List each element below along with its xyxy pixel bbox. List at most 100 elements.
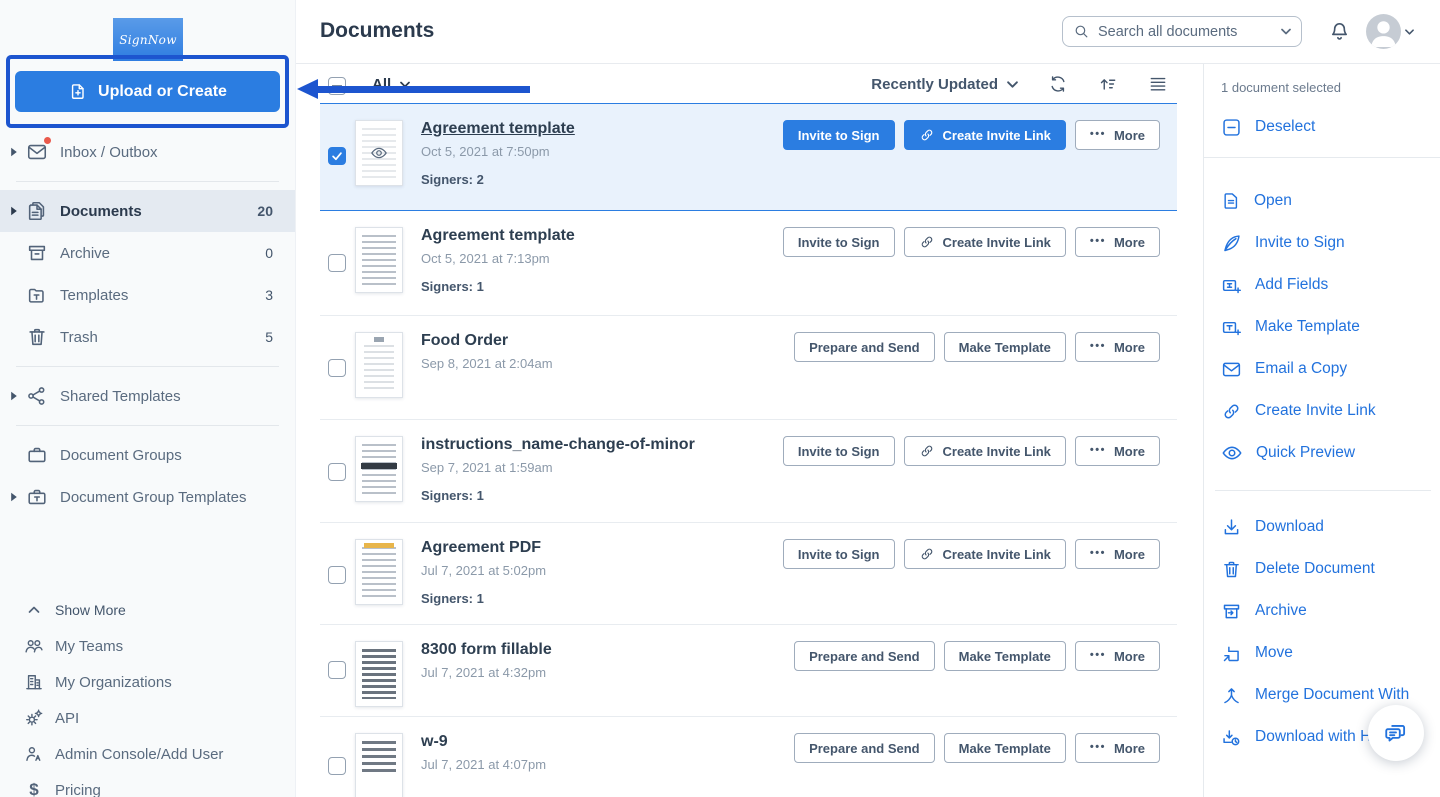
quick-preview-action[interactable]: Quick Preview <box>1221 432 1431 474</box>
create-invite-link-action[interactable]: Create Invite Link <box>1221 390 1431 432</box>
download-action[interactable]: Download <box>1221 506 1431 548</box>
delete-document-action[interactable]: Delete Document <box>1221 548 1431 590</box>
document-thumbnail[interactable] <box>355 436 403 502</box>
button-label: Create Invite Link <box>942 546 1051 562</box>
row-checkbox[interactable] <box>328 463 346 481</box>
sidebar-item-label: My Organizations <box>55 673 172 691</box>
prepare-and-send-button[interactable]: Prepare and Send <box>794 641 935 671</box>
caret-right-icon[interactable] <box>10 391 26 401</box>
avatar[interactable] <box>1366 14 1401 49</box>
more-button[interactable]: ••• More <box>1074 539 1160 569</box>
make-template-action[interactable]: Make Template <box>1221 306 1431 348</box>
document-title[interactable]: Agreement PDF <box>421 539 546 557</box>
make-template-button[interactable]: Make Template <box>943 733 1066 763</box>
invite-to-sign-action[interactable]: Invite to Sign <box>1221 222 1431 264</box>
sidebar-item-label: Document Groups <box>60 446 182 464</box>
sidebar-item-archive[interactable]: Archive 0 <box>0 232 295 274</box>
preview-eye-icon[interactable] <box>367 144 391 162</box>
archive-action[interactable]: Archive <box>1221 590 1431 632</box>
create-invite-link-button[interactable]: Create Invite Link <box>903 539 1066 569</box>
more-button[interactable]: ••• More <box>1074 436 1160 466</box>
invite-to-sign-button[interactable]: Invite to Sign <box>782 436 895 466</box>
document-thumbnail[interactable] <box>355 120 403 186</box>
document-signers: Signers: 1 <box>421 279 484 294</box>
document-row[interactable]: Food Order Sep 8, 2021 at 2:04am Prepare… <box>320 316 1177 420</box>
account-menu[interactable] <box>1366 14 1414 49</box>
create-invite-link-button[interactable]: Create Invite Link <box>903 120 1066 150</box>
document-title[interactable]: Agreement template <box>421 227 575 245</box>
row-checkbox[interactable] <box>328 359 346 377</box>
add-fields-action[interactable]: Add Fields <box>1221 264 1431 306</box>
email-a-copy-action[interactable]: Email a Copy <box>1221 348 1431 390</box>
document-row[interactable]: Agreement template Oct 5, 2021 at 7:50pm… <box>320 103 1177 211</box>
invite-to-sign-button[interactable]: Invite to Sign <box>782 227 895 257</box>
sidebar-item-shared-templates[interactable]: Shared Templates <box>0 375 295 417</box>
create-invite-link-button[interactable]: Create Invite Link <box>903 227 1066 257</box>
action-label: Delete Document <box>1255 560 1375 577</box>
ellipsis-icon: ••• <box>1089 649 1106 661</box>
document-row[interactable]: Agreement PDF Jul 7, 2021 at 5:02pm Sign… <box>320 523 1177 625</box>
document-row[interactable]: 8300 form fillable Jul 7, 2021 at 4:32pm… <box>320 625 1177 717</box>
prepare-and-send-button[interactable]: Prepare and Send <box>794 733 935 763</box>
document-row[interactable]: Agreement template Oct 5, 2021 at 7:13pm… <box>320 211 1177 316</box>
view-density-icon[interactable] <box>1148 74 1168 94</box>
sidebar-item-templates[interactable]: Templates 3 <box>0 274 295 316</box>
sidebar-item-api[interactable]: API <box>0 700 295 736</box>
more-button[interactable]: ••• More <box>1074 641 1160 671</box>
caret-right-icon[interactable] <box>10 492 26 502</box>
invite-to-sign-button[interactable]: Invite to Sign <box>782 539 895 569</box>
sidebar-item-admin-console[interactable]: Admin Console/Add User <box>0 736 295 772</box>
document-title[interactable]: instructions_name-change-of-minor <box>421 436 695 454</box>
document-signers: Signers: 2 <box>421 172 484 187</box>
sidebar-item-document-groups[interactable]: Document Groups <box>0 434 295 476</box>
sidebar-item-label: My Teams <box>55 637 124 655</box>
row-checkbox[interactable] <box>328 254 346 272</box>
chat-widget-button[interactable] <box>1368 705 1424 761</box>
sidebar-item-my-teams[interactable]: My Teams <box>0 628 295 664</box>
more-button[interactable]: ••• More <box>1074 227 1160 257</box>
more-button[interactable]: ••• More <box>1074 332 1160 362</box>
prepare-and-send-button[interactable]: Prepare and Send <box>794 332 935 362</box>
document-thumbnail[interactable] <box>355 733 403 797</box>
more-button[interactable]: ••• More <box>1074 120 1160 150</box>
more-button[interactable]: ••• More <box>1074 733 1160 763</box>
sort-dropdown[interactable]: Recently Updated <box>871 76 1018 93</box>
caret-right-icon[interactable] <box>10 147 26 157</box>
document-title[interactable]: Food Order <box>421 332 553 350</box>
sort-order-icon[interactable] <box>1098 74 1118 94</box>
make-template-button[interactable]: Make Template <box>943 641 1066 671</box>
open-action[interactable]: Open <box>1221 180 1431 222</box>
document-thumbnail[interactable] <box>355 641 403 707</box>
create-invite-link-button[interactable]: Create Invite Link <box>903 436 1066 466</box>
document-thumbnail[interactable] <box>355 539 403 605</box>
document-row[interactable]: instructions_name-change-of-minor Sep 7,… <box>320 420 1177 523</box>
document-thumbnail[interactable] <box>355 332 403 398</box>
invite-to-sign-button[interactable]: Invite to Sign <box>782 120 895 150</box>
add-fields-icon <box>1222 279 1241 293</box>
row-checkbox[interactable] <box>328 661 346 679</box>
document-title[interactable]: Agreement template <box>421 120 575 138</box>
deselect-action[interactable]: Deselect <box>1221 106 1315 148</box>
notifications-bell-icon[interactable] <box>1328 20 1351 48</box>
document-title[interactable]: 8300 form fillable <box>421 641 552 659</box>
sidebar-item-document-group-templates[interactable]: Document Group Templates <box>0 476 295 518</box>
document-title[interactable]: w-9 <box>421 733 546 751</box>
sidebar-item-inbox-outbox[interactable]: Inbox / Outbox <box>0 131 295 173</box>
sidebar-item-my-organizations[interactable]: My Organizations <box>0 664 295 700</box>
sidebar-item-documents[interactable]: Documents 20 <box>0 190 295 232</box>
make-template-button[interactable]: Make Template <box>943 332 1066 362</box>
row-checkbox[interactable] <box>328 566 346 584</box>
document-row[interactable]: w-9 Jul 7, 2021 at 4:07pm Prepare and Se… <box>320 717 1177 797</box>
row-checkbox-checked[interactable] <box>328 147 346 165</box>
upload-or-create-button[interactable]: Upload or Create <box>15 71 280 112</box>
show-more-toggle[interactable]: Show More <box>0 592 295 628</box>
caret-right-icon[interactable] <box>10 206 26 216</box>
move-action[interactable]: Move <box>1221 632 1431 674</box>
sidebar-item-trash[interactable]: Trash 5 <box>0 316 295 358</box>
sidebar-item-pricing[interactable]: $ Pricing <box>0 772 295 797</box>
search-scope-caret-icon[interactable] <box>1281 28 1291 35</box>
row-checkbox[interactable] <box>328 757 346 775</box>
search-input[interactable] <box>1098 23 1273 40</box>
refresh-icon[interactable] <box>1048 74 1068 94</box>
document-thumbnail[interactable] <box>355 227 403 293</box>
